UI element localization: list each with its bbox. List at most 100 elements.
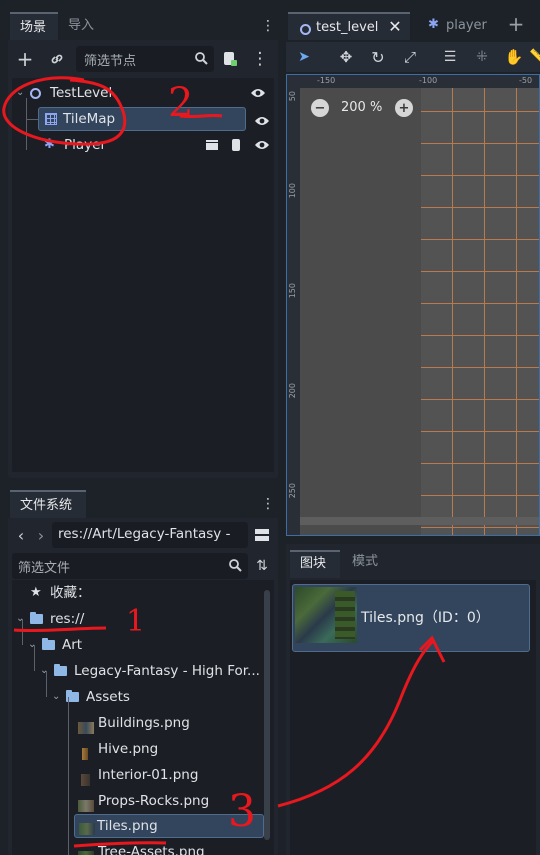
add-tab-icon[interactable]: +	[506, 12, 526, 36]
ruler-x-label: -150	[317, 76, 336, 85]
scale-icon[interactable]: ⤢	[400, 47, 420, 67]
tab-patterns[interactable]: 模式	[342, 550, 392, 578]
pivot-icon[interactable]: ⁜	[472, 47, 492, 67]
tab-import[interactable]: 导入	[58, 12, 110, 40]
node-tilemap[interactable]: TileMap	[38, 107, 246, 131]
file-interior[interactable]: Interior-01.png	[12, 762, 198, 788]
chevron-down-icon[interactable]: ⌄	[52, 684, 60, 710]
node-tilemap-label: TileMap	[63, 111, 116, 127]
ruler-y-label: 200	[288, 383, 297, 399]
select-arrow-icon[interactable]: ➤	[294, 47, 314, 67]
folder-assets-label: Assets	[86, 689, 130, 705]
scene-dock: 场景 导入 ⋮ + 筛选节点 ⋮ ⌄ TestLevel TileMap ✱ P…	[8, 10, 278, 478]
clapper-icon[interactable]	[204, 138, 220, 152]
file-tree-scrollbar[interactable]	[264, 590, 270, 840]
file-buildings[interactable]: Buildings.png	[12, 710, 190, 736]
tree-guide-line	[68, 697, 69, 855]
file-props-rocks[interactable]: Props-Rocks.png	[12, 788, 209, 814]
ruler-tool-icon[interactable]: 📏	[529, 47, 540, 67]
link-icon[interactable]	[46, 48, 68, 70]
node2d-circle-icon	[30, 88, 41, 99]
node-testlevel[interactable]: ⌄ TestLevel	[12, 80, 274, 106]
tab-test-level-label: test_level	[316, 20, 379, 35]
image-thumbnail-icon	[78, 851, 94, 855]
atlas-thumbnail-detail	[335, 591, 355, 639]
rotate-icon[interactable]: ↻	[368, 47, 388, 67]
ruler-x-label: -100	[419, 76, 438, 85]
file-interior-label: Interior-01.png	[98, 767, 199, 783]
tree-guide-line	[26, 119, 38, 120]
chevron-down-icon[interactable]: ⌄	[16, 606, 24, 632]
annotation-number-2: 2	[168, 80, 194, 126]
sort-icon[interactable]: ⇅	[252, 555, 272, 577]
path-field[interactable]: res://Art/Legacy-Fantasy -	[52, 522, 248, 548]
annotation-number-1: 1	[126, 604, 146, 639]
tree-guide-line	[34, 645, 35, 671]
ruler-x-label: -50	[519, 76, 533, 85]
tree-guide-line	[26, 98, 27, 150]
chevron-down-icon[interactable]: ⌄	[16, 80, 24, 106]
tab-tiles[interactable]: 图块	[290, 550, 340, 578]
visibility-eye-icon[interactable]	[254, 114, 270, 128]
close-tab-icon[interactable]: ✕	[386, 17, 404, 36]
atlas-thumbnail	[295, 587, 357, 643]
file-tree-assets-label: Tree-Assets.png	[98, 844, 205, 855]
canvas-viewport[interactable]: -150 -100 -50 50 100 150 200 250 − 200 %…	[286, 74, 540, 536]
annotation-number-3: 3	[228, 786, 256, 837]
folder-legacy-fantasy-label: Legacy-Fantasy - High For...	[74, 663, 260, 679]
star-icon: ★	[30, 585, 42, 600]
atlas-item-label: Tiles.png（ID：0）	[361, 610, 490, 626]
file-hive-label: Hive.png	[98, 741, 159, 757]
forward-arrow-icon[interactable]: ›	[34, 524, 48, 546]
file-buildings-label: Buildings.png	[98, 715, 190, 731]
dock-menu-icon[interactable]: ⋮	[261, 16, 275, 36]
zoom-level[interactable]: 200 %	[341, 100, 382, 115]
tab-scene[interactable]: 场景	[10, 12, 58, 40]
chevron-down-icon[interactable]: ⌄	[40, 658, 48, 684]
ruler-y-label: 100	[288, 183, 297, 199]
file-hive[interactable]: Hive.png	[12, 736, 158, 762]
node-testlevel-label: TestLevel	[50, 85, 113, 101]
zoom-out-icon[interactable]: −	[311, 99, 329, 117]
favorites-label: 收藏：	[50, 585, 91, 601]
script-icon[interactable]	[228, 138, 244, 152]
visibility-eye-icon[interactable]	[254, 138, 270, 152]
editor-tabbar: test_level ✕ ✱ player +	[286, 10, 540, 40]
zoom-in-icon[interactable]: +	[395, 99, 413, 117]
filter-files-input[interactable]: 筛选文件	[12, 553, 248, 579]
atlas-item-tiles[interactable]: Tiles.png（ID：0）	[292, 584, 530, 652]
list-select-icon[interactable]: ☰	[440, 47, 460, 67]
file-tiles-label: Tiles.png	[97, 818, 158, 834]
chevron-down-icon[interactable]: ⌄	[28, 632, 36, 658]
move-icon[interactable]: ✥	[336, 47, 356, 67]
tileset-panel: 图块 模式 Tiles.png（ID：0）	[286, 544, 540, 855]
search-icon	[228, 558, 242, 572]
dock-menu-icon[interactable]: ⋮	[261, 494, 275, 514]
scene-menu-icon[interactable]: ⋮	[252, 48, 269, 70]
tab-player[interactable]: player	[436, 12, 496, 40]
instance-scene-icon[interactable]	[220, 48, 240, 70]
split-view-icon[interactable]	[252, 524, 272, 546]
folder-icon	[42, 632, 55, 658]
folder-icon	[54, 658, 67, 684]
filter-nodes-input[interactable]: 筛选节点	[76, 46, 214, 72]
pan-hand-icon[interactable]: ✋	[504, 47, 524, 67]
grid-line-horizontal-bottom	[300, 517, 539, 525]
ruler-vertical	[287, 75, 300, 535]
filter-files-placeholder: 筛选文件	[18, 561, 71, 576]
scene-tree: ⌄ TestLevel TileMap ✱ Player	[12, 78, 274, 472]
image-thumbnail-icon	[78, 722, 94, 734]
node-player-label: Player	[64, 137, 107, 153]
add-node-icon[interactable]: +	[14, 47, 36, 71]
file-tree-assets[interactable]: Tree-Assets.png	[12, 839, 205, 855]
image-thumbnail-icon	[78, 774, 94, 786]
tile-grid	[421, 88, 539, 535]
tree-guide-line	[22, 619, 23, 645]
ruler-y-label: 250	[288, 483, 297, 499]
back-arrow-icon[interactable]: ‹	[14, 524, 28, 546]
tab-filesystem[interactable]: 文件系统	[10, 490, 86, 518]
folder-art-label: Art	[62, 637, 83, 653]
node-player[interactable]: ✱ Player	[12, 132, 274, 158]
visibility-eye-icon[interactable]	[250, 86, 266, 100]
folder-icon	[30, 606, 43, 632]
